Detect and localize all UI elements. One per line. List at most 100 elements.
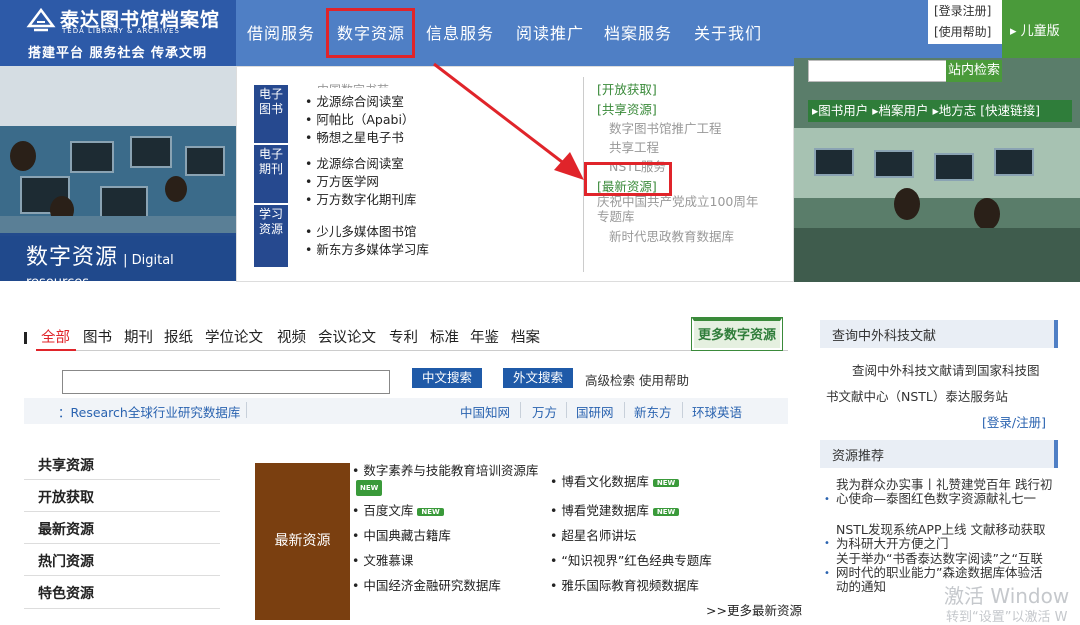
dd-latest-item[interactable]: 庆祝中国共产党成立100周年专题库 <box>597 194 767 224</box>
login-register-link[interactable]: [登录注册] <box>934 2 991 19</box>
ql-wanfang[interactable]: 万方 <box>532 402 557 421</box>
divider <box>624 402 625 418</box>
tab-theses[interactable]: 学位论文 <box>205 326 263 347</box>
banner-caption: 数字资源 | Digital resources <box>0 233 236 290</box>
site-search-input[interactable] <box>808 60 948 82</box>
latest-resources-label: 最新资源 <box>255 463 350 620</box>
nav-archive-services[interactable]: 档案服务 <box>604 20 672 44</box>
nav-info-services[interactable]: 信息服务 <box>426 20 494 44</box>
dd-item-changxiang[interactable]: 畅想之星电子书 <box>305 127 404 146</box>
category-study[interactable]: 学习资源 <box>254 205 288 267</box>
database-quicklinks: ：Research全球行业研究数据库 中国知网 万方 国研网 新东方 环球英语 <box>24 398 788 424</box>
tab-patents[interactable]: 专利 <box>389 326 418 347</box>
divider <box>24 575 220 576</box>
sidebar-open-access[interactable]: 开放获取 <box>38 487 94 507</box>
dd-latest-item[interactable]: 新时代思政教育数据库 <box>609 226 734 245</box>
ql-new-oriental[interactable]: 新东方 <box>634 402 672 421</box>
divider <box>24 543 220 544</box>
recommend-item[interactable]: NSTL发现系统APP上线 文献移动获取为科研大开方便之门 <box>836 523 1054 551</box>
tab-videos[interactable]: 视频 <box>277 326 306 347</box>
divider <box>246 402 247 418</box>
new-badge: NEW <box>417 507 444 516</box>
tab-journals[interactable]: 期刊 <box>124 326 153 347</box>
tab-conference-papers[interactable]: 会议论文 <box>318 326 376 347</box>
latest-item-label: 博看党建数据库 <box>561 503 649 518</box>
dd-item-wanfang-medical[interactable]: 万方医学网 <box>305 171 379 190</box>
nav-reading-promotion[interactable]: 阅读推广 <box>516 20 584 44</box>
tab-newspapers[interactable]: 报纸 <box>164 326 193 347</box>
dd-item-new-oriental[interactable]: 新东方多媒体学习库 <box>305 239 429 258</box>
tab-books[interactable]: 图书 <box>83 326 112 347</box>
tab-standards[interactable]: 标准 <box>430 326 459 347</box>
quick-links-bar[interactable]: ▸图书用户 ▸档案用户 ▸地方志 [快速链接] <box>808 100 1072 122</box>
nstl-register-link[interactable]: [登录/注册] <box>982 412 1046 431</box>
sidebar-latest[interactable]: 最新资源 <box>38 519 94 539</box>
bullet-icon: • <box>824 568 830 579</box>
latest-item-label: 博看文化数据库 <box>561 474 649 489</box>
latest-item-label: 中国经济金融研究数据库 <box>363 578 501 593</box>
latest-item[interactable]: • 超星名师讲坛 <box>550 525 636 544</box>
latest-item[interactable]: • 中国典藏古籍库 <box>352 525 451 544</box>
slogan: 搭建平台 服务社会 传承文明 <box>28 46 208 61</box>
logo-emblem-icon <box>26 7 56 32</box>
divider <box>24 608 220 609</box>
divider <box>24 511 220 512</box>
category-ebook[interactable]: 电子图书 <box>254 85 288 143</box>
ql-drcnet[interactable]: 国研网 <box>576 402 614 421</box>
ql-research[interactable]: ：Research全球行业研究数据库 <box>58 402 240 421</box>
latest-item[interactable]: • 博看文化数据库 NEW <box>550 471 680 490</box>
ql-global-english[interactable]: 环球英语 <box>692 402 742 421</box>
ql-cnki[interactable]: 中国知网 <box>460 402 510 421</box>
tab-archives[interactable]: 档案 <box>511 326 540 347</box>
red-arrow-icon <box>433 62 584 180</box>
nav-about-us[interactable]: 关于我们 <box>694 20 762 44</box>
divider <box>520 402 521 418</box>
dd-item-longyuan-journal[interactable]: 龙源综合阅读室 <box>305 153 404 172</box>
kids-version-link[interactable]: ▸ 儿童版 <box>1002 0 1080 58</box>
latest-item[interactable]: • 博看党建数据库 NEW <box>550 500 680 519</box>
dd-item-wanfang-journal[interactable]: 万方数字化期刊库 <box>305 189 416 208</box>
latest-item[interactable]: • 百度文库 NEW <box>352 500 444 519</box>
dd-item-apabi[interactable]: 阿帕比（Apabi） <box>305 109 414 128</box>
latest-item[interactable]: • 数字素养与技能教育培训资源库NEW <box>352 463 542 496</box>
tab-yearbooks[interactable]: 年鉴 <box>470 326 499 347</box>
tab-all[interactable]: 全部 <box>41 326 70 347</box>
latest-item-label: 中国典藏古籍库 <box>363 528 451 543</box>
category-ejournal[interactable]: 电子期刊 <box>254 145 288 203</box>
nstl-section-header: 查询中外科技文献 <box>820 320 1058 348</box>
site-search-button[interactable]: 站内检索 <box>946 60 1002 82</box>
new-badge: NEW <box>356 479 383 496</box>
dd-item-longyuan[interactable]: 龙源综合阅读室 <box>305 91 404 110</box>
sidebar-shared[interactable]: 共享资源 <box>38 455 94 475</box>
sidebar-featured[interactable]: 特色资源 <box>38 583 94 603</box>
nav-borrow[interactable]: 借阅服务 <box>247 20 315 44</box>
os-activation-watermark: 激活 Window <box>944 584 1070 608</box>
recommend-item[interactable]: 我为群众办实事丨礼赞建党百年 践行初心使命—泰图红色数字资源献礼七一 <box>836 478 1054 520</box>
resource-search-input[interactable] <box>62 370 390 394</box>
sidebar-hot[interactable]: 热门资源 <box>38 551 94 571</box>
latest-item[interactable]: • 中国经济金融研究数据库 <box>352 575 501 594</box>
logo[interactable]: 泰达图书馆档案馆 TEDA LIBRARY & ARCHIVES 搭建平台 服务… <box>0 0 236 66</box>
nstl-text-line1: 查阅中外科技文献请到国家科技图 <box>852 363 1040 378</box>
dd-shared-item[interactable]: 数字图书馆推广工程 <box>609 118 722 137</box>
os-activation-watermark-sub: 转到“设置”以激活 W <box>946 610 1068 625</box>
latest-item[interactable]: • 雅乐国际教育视频数据库 <box>550 575 699 594</box>
bullet-icon: • <box>824 538 830 549</box>
dd-item-kids-multimedia[interactable]: 少儿多媒体图书馆 <box>305 221 416 240</box>
latest-item[interactable]: • 文雅慕课 <box>352 550 413 569</box>
nav-highlight-box <box>326 8 415 58</box>
right-banner-photo <box>794 58 1080 282</box>
latest-item[interactable]: • “知识视界”红色经典专题库 <box>550 550 712 569</box>
more-digital-resources-button[interactable]: 更多数字资源 <box>691 317 783 351</box>
divider <box>566 402 567 418</box>
latest-item-label: 雅乐国际教育视频数据库 <box>561 578 699 593</box>
chinese-search-button[interactable]: 中文搜索 <box>412 368 482 388</box>
foreign-search-button[interactable]: 外文搜索 <box>503 368 573 388</box>
latest-item-label: 文雅慕课 <box>363 553 414 568</box>
latest-item-label: 百度文库 <box>363 503 414 518</box>
help-link[interactable]: [使用帮助] <box>934 23 991 40</box>
advanced-search-link[interactable]: 高级检索 使用帮助 <box>585 370 689 389</box>
dd-shared-item[interactable]: 共享工程 <box>609 137 659 156</box>
logo-text-en: TEDA LIBRARY & ARCHIVES <box>62 27 180 35</box>
more-latest-resources-link[interactable]: >>更多最新资源 <box>706 600 802 619</box>
